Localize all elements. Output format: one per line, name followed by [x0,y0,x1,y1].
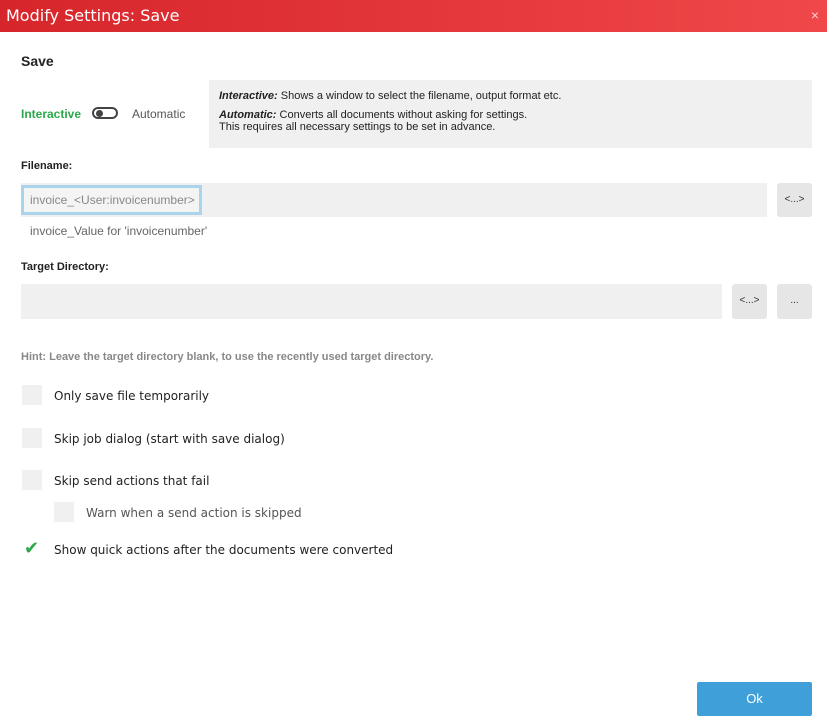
checkmark-icon[interactable]: ✔ [24,538,39,558]
mode-toggle[interactable] [92,107,118,119]
filename-preview: invoice_Value for 'invoicenumber' [30,224,208,238]
toggle-switch-icon [96,110,103,117]
show-quick-actions-label[interactable]: Show quick actions after the documents w… [54,543,393,557]
mode-automatic-label[interactable]: Automatic [132,107,185,121]
info-automatic: Automatic: Converts all documents withou… [219,109,802,121]
browse-button[interactable]: ... [777,284,812,319]
filename-token[interactable]: invoice_<User:invoicenumber> [21,185,202,215]
only-temp-checkbox[interactable] [22,385,42,405]
target-token-button[interactable]: <...> [732,284,767,319]
info-automatic-desc2: This requires all necessary settings to … [219,121,496,133]
info-interactive-term: Interactive: [219,90,278,102]
info-interactive-desc: Shows a window to select the filename, o… [280,90,562,102]
window-title: Modify Settings: Save [6,6,180,25]
skip-job-dialog-label[interactable]: Skip job dialog (start with save dialog) [54,432,285,446]
info-interactive: Interactive: Shows a window to select th… [219,90,802,102]
warn-skipped-label[interactable]: Warn when a send action is skipped [86,506,302,520]
skip-send-fail-label[interactable]: Skip send actions that fail [54,474,209,488]
target-directory-input[interactable] [21,284,722,319]
info-automatic-desc: Converts all documents without asking fo… [279,109,528,121]
close-icon[interactable]: × [811,7,819,23]
filename-token-button[interactable]: <...> [777,183,812,217]
section-title: Save [21,53,54,69]
filename-label: Filename: [21,160,73,172]
skip-job-dialog-checkbox[interactable] [22,428,42,448]
info-automatic-term: Automatic: [219,109,277,121]
mode-interactive-label[interactable]: Interactive [21,107,81,121]
warn-skipped-checkbox[interactable] [54,502,74,522]
ok-button[interactable]: Ok [697,682,812,716]
title-bar: Modify Settings: Save × [0,0,827,32]
mode-info-box: Interactive: Shows a window to select th… [209,80,812,148]
skip-send-fail-checkbox[interactable] [22,470,42,490]
only-temp-label[interactable]: Only save file temporarily [54,389,209,403]
target-directory-label: Target Directory: [21,261,109,273]
hint-text: Hint: Leave the target directory blank, … [21,351,434,363]
